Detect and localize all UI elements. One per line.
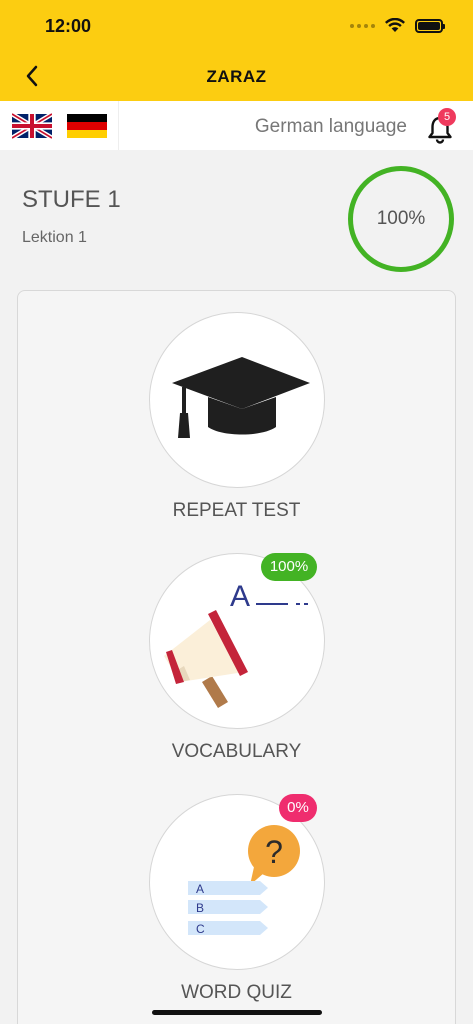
status-time: 12:00: [45, 16, 92, 36]
vocabulary-progress-badge: 100%: [261, 553, 317, 581]
battery-icon: [415, 18, 445, 33]
wifi-icon: [385, 18, 405, 32]
divider: [118, 101, 119, 150]
level-title: STUFE 1: [22, 186, 121, 213]
page-title: ZARAZ: [206, 67, 267, 86]
progress-value: 100%: [376, 208, 426, 229]
status-icons: [350, 18, 445, 33]
language-label: German language: [254, 116, 407, 137]
repeat-test-button[interactable]: [149, 312, 325, 488]
question-mark: ?: [265, 834, 283, 870]
quiz-option-b: B: [196, 901, 204, 915]
uk-flag-icon[interactable]: [12, 113, 52, 139]
language-bar: German language: [0, 101, 473, 150]
word-quiz-progress-badge: 0%: [279, 794, 317, 822]
quiz-option-c: C: [196, 922, 205, 936]
notification-badge: 5: [438, 108, 456, 126]
repeat-test-label: REPEAT TEST: [172, 500, 301, 521]
quiz-option-a: A: [196, 882, 204, 896]
header: 12:00 ZARAZ: [0, 0, 473, 101]
vocabulary-label: VOCABULARY: [171, 741, 302, 762]
cellular-icon: [350, 23, 375, 28]
germany-flag-icon[interactable]: [67, 113, 107, 139]
home-indicator[interactable]: [152, 1010, 322, 1015]
vocabulary-letter: A: [230, 580, 250, 613]
graduation-cap-icon: [172, 357, 310, 438]
word-quiz-label: WORD QUIZ: [181, 982, 292, 1003]
lesson-label: Lektion 1: [22, 229, 87, 246]
progress-ring: 100%: [348, 166, 454, 272]
